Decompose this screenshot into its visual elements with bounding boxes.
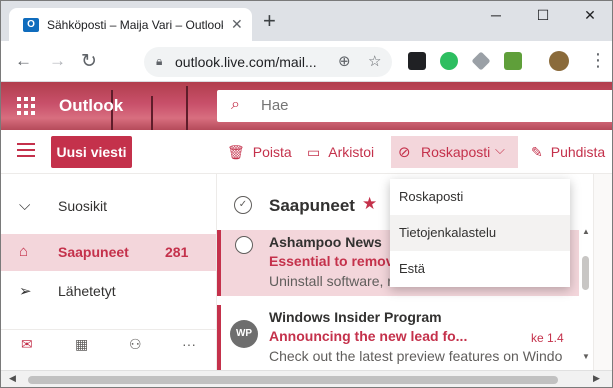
back-button[interactable]: ← [15, 51, 32, 71]
message-date: ke 1.4 [531, 331, 564, 345]
broom-icon: ✎ [531, 144, 543, 160]
browser-menu-icon[interactable]: ⋮ [589, 50, 607, 71]
palm-decoration [186, 86, 188, 130]
star-bookmark-icon[interactable]: ☆ [368, 52, 381, 70]
app-launcher-icon[interactable] [17, 97, 35, 115]
sweep-label: Puhdista [550, 144, 606, 160]
favorite-star-icon[interactable]: ★ [362, 194, 377, 214]
outlook-favicon-icon: O [23, 18, 39, 32]
browser-tab[interactable]: O Sähköposti – Maija Vari – Outlook ✕ [9, 8, 252, 41]
close-window-button[interactable]: ✕ [575, 7, 605, 27]
favorites-label: Suosikit [58, 198, 108, 214]
inbox-icon: ⌂ [19, 243, 29, 260]
junk-button[interactable]: ⊘ Roskaposti ⌵ [391, 136, 518, 168]
menu-item-phishing[interactable]: Tietojenkalastelu [390, 215, 570, 251]
archive-label: Arkistoi [328, 144, 375, 160]
delete-button[interactable]: 🗑︎ Poista [227, 144, 292, 161]
minimize-button[interactable]: ─ [481, 7, 511, 27]
archive-button[interactable]: ▭ Arkistoi [307, 144, 374, 161]
browser-toolbar: ← → ↻ 🔒︎ outlook.live.com/mail... ⊕ ☆ ⋮ [1, 41, 612, 82]
scroll-right-icon[interactable]: ▶ [593, 373, 600, 384]
folder-title: Saapuneet [269, 196, 355, 215]
lock-icon: 🔒︎ [156, 54, 163, 68]
scroll-left-icon[interactable]: ◀ [9, 373, 16, 384]
drive-icon[interactable] [471, 51, 491, 71]
address-bar[interactable]: 🔒︎ outlook.live.com/mail... ⊕ ☆ [144, 47, 392, 77]
outlook-header: Outlook ⌕ [1, 82, 612, 130]
scroll-down-icon[interactable]: ▼ [582, 352, 590, 361]
trash-icon: 🗑︎ [227, 144, 245, 160]
message-sender: Ashampoo News [269, 234, 382, 250]
vertical-scrollbar[interactable]: ▲ ▼ [579, 174, 593, 370]
chevron-down-icon[interactable]: ⌵ [19, 197, 30, 214]
folder-pane: ⌵ Suosikit ⌂ Saapuneet 281 ➢ Lähetetyt ✉… [1, 174, 217, 370]
message-subject: Announcing the new lead fo... [269, 328, 468, 344]
profile-avatar[interactable] [549, 51, 569, 71]
palm-decoration [151, 96, 153, 130]
horizontal-scrollbar[interactable]: ◀ ▶ [1, 370, 612, 387]
new-tab-button[interactable]: + [263, 10, 276, 32]
avatar: WP [230, 320, 258, 348]
maximize-button[interactable]: ☐ [528, 7, 558, 27]
people-icon[interactable]: ⚇ [129, 336, 142, 353]
mail-icon[interactable]: ✉ [21, 336, 33, 353]
archive-icon: ▭ [307, 144, 321, 160]
scroll-up-icon[interactable]: ▲ [582, 227, 590, 236]
search-box[interactable]: ⌕ [217, 90, 612, 122]
message-row[interactable]: WP Windows Insider Program Announcing th… [217, 305, 587, 370]
block-icon: ⊘ [398, 144, 411, 161]
browser-window: O Sähköposti – Maija Vari – Outlook ✕ + … [0, 0, 613, 388]
menu-item-block[interactable]: Estä [390, 251, 570, 287]
hamburger-menu-icon[interactable] [17, 143, 35, 161]
sidebar-item-inbox[interactable]: ⌂ Saapuneet 281 [1, 234, 216, 271]
calendar-icon[interactable]: ▦ [75, 336, 88, 353]
send-icon: ➢ [19, 283, 32, 300]
message-preview: Check out the latest preview features on… [269, 348, 563, 364]
tab-strip: O Sähköposti – Maija Vari – Outlook ✕ + … [1, 1, 612, 41]
menu-item-junk[interactable]: Roskaposti [390, 179, 570, 215]
tab-title: Sähköposti – Maija Vari – Outlook [47, 18, 223, 32]
reload-button[interactable]: ↻ [81, 50, 97, 73]
right-pane-edge [593, 174, 612, 370]
sidebar-item-sent[interactable]: ➢ Lähetetyt [1, 273, 216, 310]
scrollbar-thumb[interactable] [28, 376, 558, 384]
unread-count-badge: 281 [165, 244, 189, 260]
close-tab-icon[interactable]: ✕ [231, 16, 243, 33]
favorites-header[interactable]: ⌵ Suosikit [1, 188, 216, 225]
search-input[interactable] [261, 97, 561, 114]
extension-icon[interactable] [408, 52, 426, 70]
select-all-checkmark-icon[interactable]: ✓ [234, 196, 252, 214]
forward-button[interactable]: → [49, 51, 66, 71]
inbox-label: Saapuneet [58, 244, 129, 260]
select-message-checkbox[interactable] [235, 236, 253, 254]
evernote-icon[interactable] [440, 52, 458, 70]
chevron-down-icon[interactable]: ⌵ [495, 142, 505, 158]
module-switcher: ✉ ▦ ⚇ ··· [1, 329, 216, 357]
junk-label: Roskaposti [421, 144, 491, 160]
junk-menu: Roskaposti Tietojenkalastelu Estä [390, 179, 570, 287]
sweep-button[interactable]: ✎ Puhdista [531, 144, 605, 161]
scrollbar-thumb[interactable] [582, 256, 589, 290]
url-text: outlook.live.com/mail... [175, 54, 317, 70]
command-bar: Uusi viesti 🗑︎ Poista ▭ Arkistoi ⊘ Roskapo… [1, 130, 612, 174]
sent-label: Lähetetyt [58, 283, 116, 299]
add-bookmark-plus-icon[interactable]: ⊕ [338, 52, 351, 70]
more-icon[interactable]: ··· [182, 336, 196, 352]
message-sender: Windows Insider Program [269, 309, 442, 325]
search-icon: ⌕ [231, 96, 240, 113]
outlook-brand[interactable]: Outlook [59, 96, 123, 116]
new-message-button[interactable]: Uusi viesti [51, 136, 132, 168]
extension-green-icon[interactable] [504, 52, 522, 70]
delete-label: Poista [252, 144, 292, 160]
